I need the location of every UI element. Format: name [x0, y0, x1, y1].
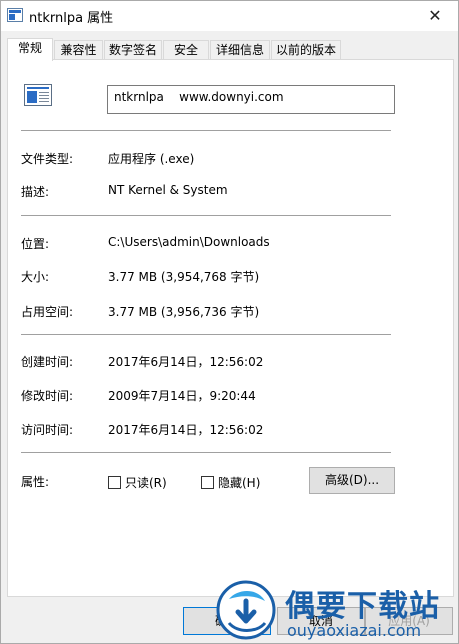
description-label: 描述:: [21, 185, 50, 199]
watermark-title: 偶要下载站: [285, 589, 440, 624]
window-title: ntkrnlpa 属性: [29, 11, 114, 26]
size-label: 大小:: [21, 270, 50, 284]
application-icon: [24, 84, 52, 106]
description-value: NT Kernel & System: [108, 183, 228, 197]
advanced-button[interactable]: 高级(D)...: [309, 467, 395, 494]
file-properties-icon: [7, 8, 23, 22]
size-on-disk-label: 占用空间:: [21, 305, 74, 319]
properties-window: ntkrnlpa 属性 ✕ 常规 兼容性 数字签名 安全 详细信息 以前的版本 …: [0, 0, 459, 644]
location-value: C:\Users\admin\Downloads: [108, 235, 270, 249]
modified-value: 2009年7月14日，9:20:44: [108, 389, 256, 403]
created-value: 2017年6月14日，12:56:02: [108, 355, 264, 369]
readonly-checkbox-label[interactable]: 只读(R): [125, 474, 167, 491]
watermark-subtitle: ouyaoxiazai.com: [287, 621, 422, 640]
created-label: 创建时间:: [21, 355, 74, 369]
tab-general[interactable]: 常规: [7, 38, 53, 61]
separator: [21, 130, 391, 131]
separator: [21, 215, 391, 216]
tab-bar: 常规 兼容性 数字签名 安全 详细信息 以前的版本: [7, 38, 454, 61]
general-panel: ntkrnlpa www.downyi.com 文件类型: 应用程序 (.exe…: [7, 59, 454, 597]
size-value: 3.77 MB (3,954,768 字节): [108, 270, 260, 284]
hidden-checkbox-label[interactable]: 隐藏(H): [218, 474, 260, 491]
modified-label: 修改时间:: [21, 389, 74, 403]
title-bar: ntkrnlpa 属性 ✕: [1, 1, 458, 31]
accessed-value: 2017年6月14日，12:56:02: [108, 423, 264, 437]
size-on-disk-value: 3.77 MB (3,956,736 字节): [108, 305, 260, 319]
tab-security[interactable]: 安全: [163, 40, 209, 60]
watermark-logo-icon: [216, 580, 276, 640]
tab-digital-signatures[interactable]: 数字签名: [104, 40, 162, 60]
watermark: 偶要下载站 ouyaoxiazai.com: [207, 573, 459, 644]
tab-previous-versions[interactable]: 以前的版本: [271, 40, 341, 60]
separator: [21, 334, 391, 335]
location-label: 位置:: [21, 237, 50, 251]
separator: [21, 452, 391, 453]
tab-details[interactable]: 详细信息: [210, 40, 270, 60]
attributes-label: 属性:: [21, 475, 50, 489]
tab-compatibility[interactable]: 兼容性: [54, 40, 103, 60]
file-type-value: 应用程序 (.exe): [108, 152, 195, 166]
accessed-label: 访问时间:: [21, 423, 74, 437]
checkbox-box[interactable]: [108, 476, 121, 489]
checkbox-box[interactable]: [201, 476, 214, 489]
file-type-label: 文件类型:: [21, 152, 74, 166]
close-button[interactable]: ✕: [412, 1, 458, 31]
file-name-input[interactable]: ntkrnlpa www.downyi.com: [107, 85, 395, 114]
